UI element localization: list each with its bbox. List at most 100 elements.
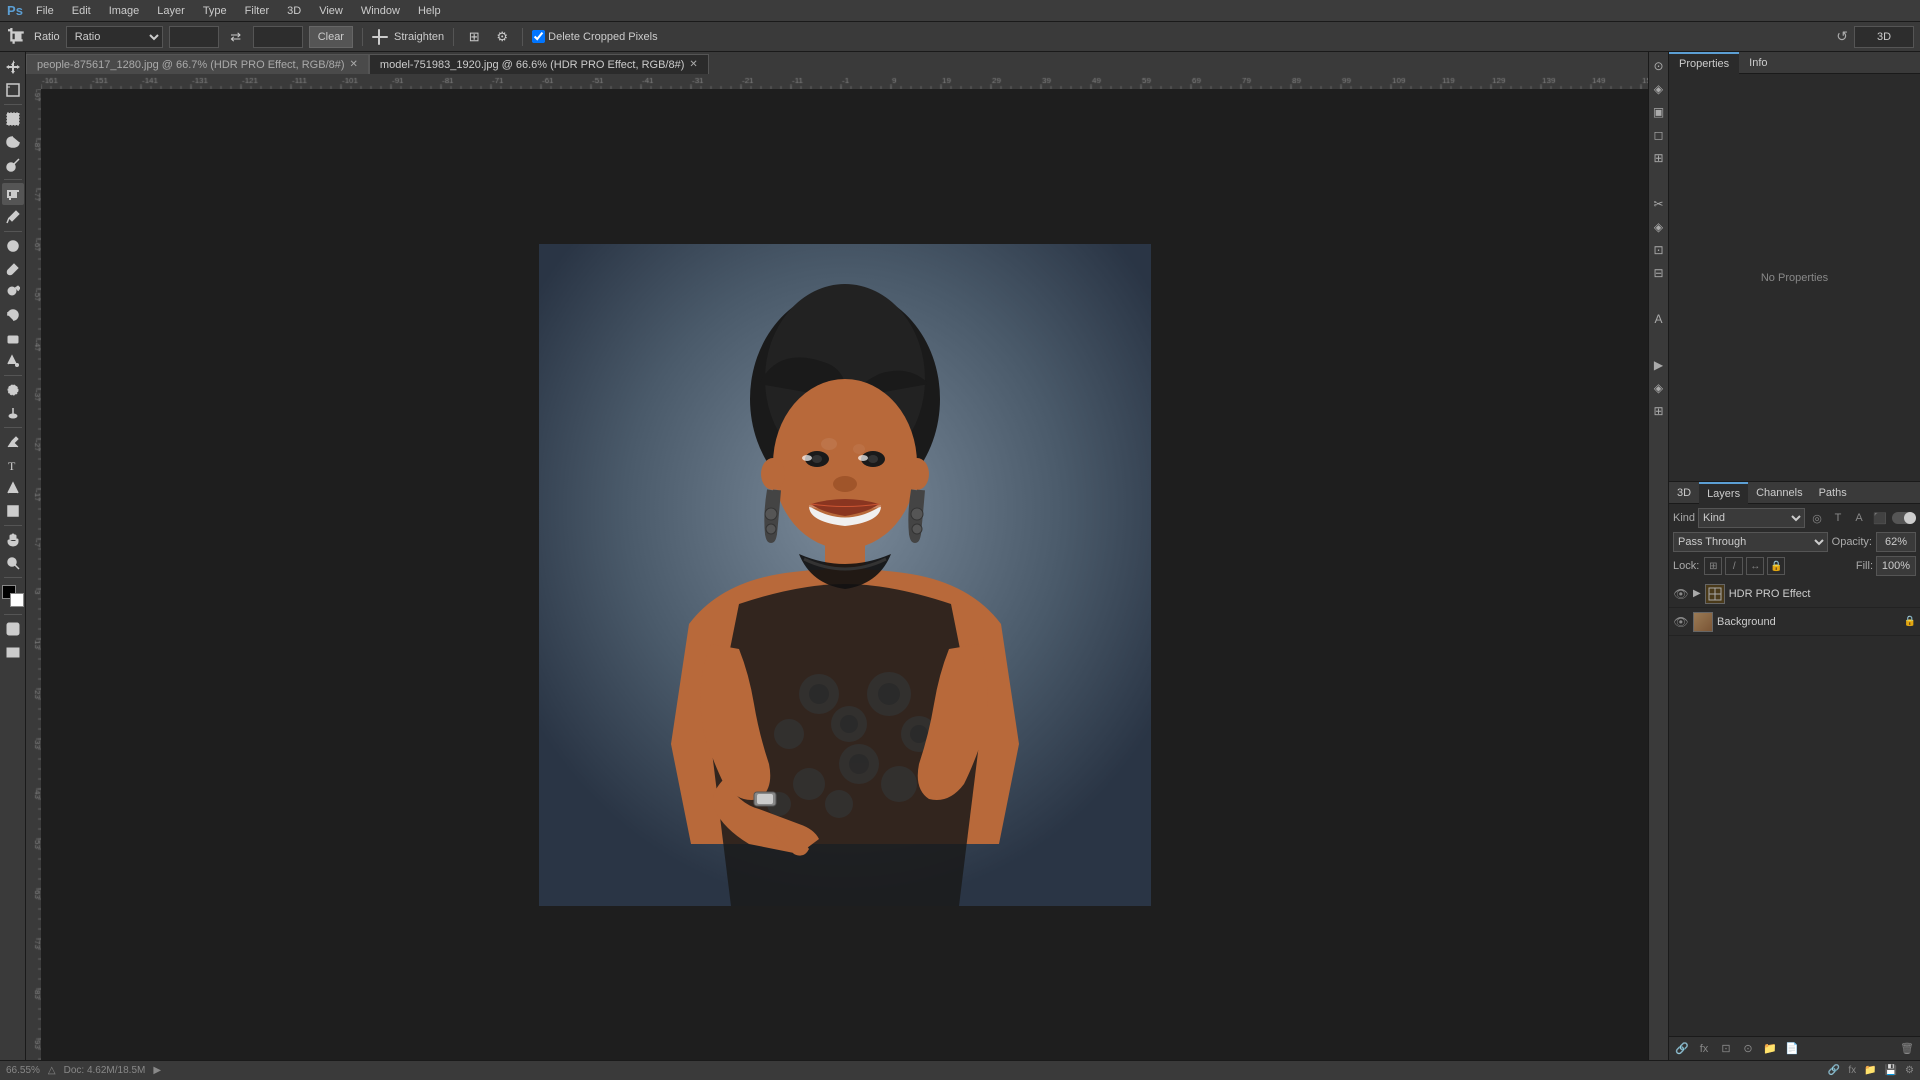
right-strip-btn-9[interactable]: ⊟ [1649, 263, 1669, 283]
status-fx-button[interactable]: fx [1848, 1065, 1856, 1076]
menu-filter[interactable]: Filter [237, 3, 277, 19]
right-strip-btn-6[interactable]: ✂ [1649, 194, 1669, 214]
right-strip-btn-10[interactable]: A [1649, 309, 1669, 329]
new-fill-layer-button[interactable]: ⊙ [1739, 1040, 1757, 1058]
delete-layer-button[interactable]: 🗑 [1898, 1040, 1916, 1058]
brush-tool[interactable] [2, 258, 24, 280]
blend-mode-select[interactable]: Pass Through Normal Multiply Screen Over… [1673, 532, 1828, 552]
tab-info[interactable]: Info [1739, 52, 1777, 74]
tab-channels[interactable]: Channels [1748, 482, 1810, 504]
right-strip-btn-12[interactable]: ◈ [1649, 378, 1669, 398]
ratio-width-input[interactable] [169, 26, 219, 48]
menu-file[interactable]: File [28, 3, 62, 19]
layer-mask-button[interactable]: ⊡ [1717, 1040, 1735, 1058]
marquee-tool[interactable] [2, 108, 24, 130]
hand-tool[interactable] [2, 529, 24, 551]
eraser-tool[interactable] [2, 327, 24, 349]
grid-button[interactable]: ⊞ [463, 26, 485, 48]
pen-tool[interactable] [2, 431, 24, 453]
eyedropper-tool[interactable] [2, 206, 24, 228]
quick-select-tool[interactable] [2, 154, 24, 176]
quick-mask-tool[interactable] [2, 618, 24, 640]
menu-3d[interactable]: 3D [279, 3, 309, 19]
paint-bucket-tool[interactable] [2, 350, 24, 372]
path-select-tool[interactable] [2, 477, 24, 499]
filter-icon-t[interactable]: T [1829, 509, 1847, 527]
clone-tool[interactable] [2, 281, 24, 303]
photo-canvas[interactable] [539, 244, 1151, 906]
rotate-view-button[interactable]: ↺ [1836, 28, 1848, 45]
ratio-height-input[interactable] [253, 26, 303, 48]
new-group-button[interactable]: 📁 [1761, 1040, 1779, 1058]
menu-help[interactable]: Help [410, 3, 449, 19]
tab-3d[interactable]: 3D [1669, 482, 1699, 504]
right-strip-btn-5[interactable]: ⊞ [1649, 148, 1669, 168]
lock-position-button[interactable]: ↔ [1746, 557, 1764, 575]
menu-image[interactable]: Image [101, 3, 148, 19]
menu-view[interactable]: View [311, 3, 351, 19]
filter-toggle[interactable] [1892, 512, 1916, 524]
delete-cropped-checkbox[interactable] [532, 30, 545, 43]
shape-tool[interactable] [2, 500, 24, 522]
tab-0-close[interactable]: ✕ [350, 59, 358, 70]
tab-properties[interactable]: Properties [1669, 52, 1739, 74]
blur-tool[interactable] [2, 379, 24, 401]
kind-select[interactable]: Kind [1698, 508, 1805, 528]
right-strip-btn-11[interactable]: ▶ [1649, 355, 1669, 375]
layer-item-background[interactable]: 👁 Background 🔒 [1669, 608, 1920, 636]
status-settings-button[interactable]: ⚙ [1905, 1065, 1914, 1076]
delete-cropped-label[interactable]: Delete Cropped Pixels [532, 30, 657, 43]
history-brush-tool[interactable] [2, 304, 24, 326]
right-strip-btn-8[interactable]: ⊡ [1649, 240, 1669, 260]
layer-vis-background[interactable]: 👁 [1673, 614, 1689, 630]
menu-type[interactable]: Type [195, 3, 235, 19]
layer-styles-button[interactable]: fx [1695, 1040, 1713, 1058]
color-swatches[interactable] [2, 585, 24, 607]
text-tool[interactable]: T [2, 454, 24, 476]
tab-1[interactable]: model-751983_1920.jpg @ 66.6% (HDR PRO E… [369, 54, 709, 74]
right-strip-btn-4[interactable]: ◻ [1649, 125, 1669, 145]
clear-button[interactable]: Clear [309, 26, 353, 48]
lock-transparent-button[interactable]: ⊞ [1704, 557, 1722, 575]
right-strip-btn-1[interactable]: ⊙ [1649, 56, 1669, 76]
filter-icon-square[interactable]: ⬛ [1871, 509, 1889, 527]
filter-icon-circle[interactable]: ◎ [1808, 509, 1826, 527]
move-tool[interactable] [2, 56, 24, 78]
tab-paths[interactable]: Paths [1811, 482, 1855, 504]
screen-mode-tool[interactable] [2, 641, 24, 663]
new-layer-button[interactable]: 📄 [1783, 1040, 1801, 1058]
layer-vis-hdr[interactable]: 👁 [1673, 586, 1689, 602]
menu-window[interactable]: Window [353, 3, 408, 19]
menu-layer[interactable]: Layer [149, 3, 193, 19]
tab-1-close[interactable]: ✕ [689, 59, 697, 70]
tab-0[interactable]: people-875617_1280.jpg @ 66.7% (HDR PRO … [26, 54, 369, 74]
menu-edit[interactable]: Edit [64, 3, 99, 19]
status-arrow-button[interactable]: ▶ [153, 1065, 161, 1076]
healing-tool[interactable] [2, 235, 24, 257]
lock-paint-button[interactable]: / [1725, 557, 1743, 575]
crop-tool[interactable] [2, 183, 24, 205]
fill-input[interactable] [1876, 556, 1916, 576]
settings-button[interactable]: ⚙ [491, 26, 513, 48]
dodge-tool[interactable] [2, 402, 24, 424]
opacity-input[interactable] [1876, 532, 1916, 552]
ratio-select[interactable]: Ratio Original Ratio 1:1 Square 4:3 16:9 [66, 26, 163, 48]
filter-icon-a[interactable]: A [1850, 509, 1868, 527]
right-strip-btn-3[interactable]: ▣ [1649, 102, 1669, 122]
right-strip-btn-2[interactable]: ◈ [1649, 79, 1669, 99]
status-save-button[interactable]: 💾 [1885, 1065, 1897, 1076]
lock-all-button[interactable]: 🔒 [1767, 557, 1785, 575]
right-strip-btn-13[interactable]: ⊞ [1649, 401, 1669, 421]
artboard-tool[interactable] [2, 79, 24, 101]
tab-layers[interactable]: Layers [1699, 482, 1748, 504]
status-link-icon[interactable]: 🔗 [1828, 1065, 1840, 1076]
lasso-tool[interactable] [2, 131, 24, 153]
3d-display[interactable] [1854, 26, 1914, 48]
status-folder-button[interactable]: 📁 [1864, 1065, 1876, 1076]
background-color[interactable] [10, 593, 24, 607]
zoom-tool[interactable] [2, 552, 24, 574]
layer-item-hdr[interactable]: 👁 ▶ HDR PRO Effect [1669, 580, 1920, 608]
right-strip-btn-7[interactable]: ◈ [1649, 217, 1669, 237]
link-layers-button[interactable]: 🔗 [1673, 1040, 1691, 1058]
swap-dimensions-button[interactable]: ⇄ [225, 26, 247, 48]
